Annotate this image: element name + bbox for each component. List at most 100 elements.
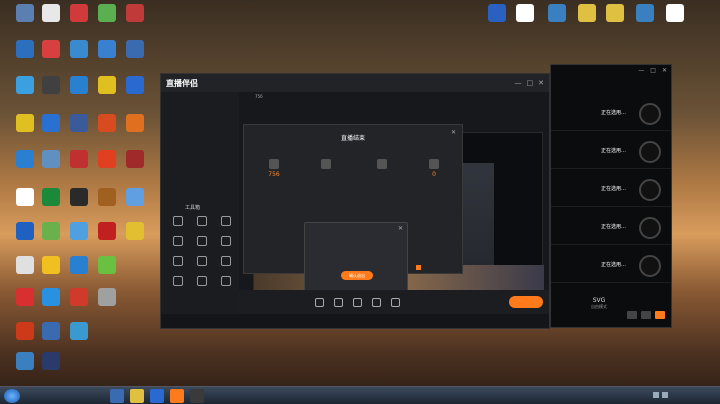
tool-item[interactable] — [167, 216, 189, 227]
desktop-icon[interactable] — [658, 4, 692, 42]
camera-close-icon[interactable]: ✕ — [662, 67, 667, 75]
dialog-close-icon[interactable]: ✕ — [398, 225, 403, 232]
start-button[interactable] — [4, 389, 20, 403]
settings-icon[interactable] — [641, 311, 651, 319]
desktop-icon-image — [98, 288, 116, 306]
desktop-icon-image — [42, 288, 60, 306]
control-bar — [239, 290, 549, 316]
camera-slot-title: 正在选用… — [601, 186, 627, 192]
status-bar — [161, 314, 549, 328]
camera-slot[interactable]: 正在选用… — [551, 253, 671, 283]
tool-item[interactable] — [215, 236, 237, 247]
end-panel-title: 直播结束 — [340, 135, 365, 142]
camera-slot[interactable]: 正在选用… — [551, 139, 671, 169]
mic-icon[interactable] — [655, 311, 665, 319]
desktop-icon[interactable] — [118, 188, 152, 226]
stat-icon — [269, 159, 279, 169]
tool-item[interactable] — [167, 256, 189, 267]
desktop-icon-image — [70, 288, 88, 306]
tool-item[interactable] — [191, 216, 213, 227]
taskbar-app-icon[interactable] — [150, 389, 164, 403]
desktop-icon-image — [98, 40, 116, 58]
tool-item[interactable] — [215, 216, 237, 227]
taskbar-app-icon[interactable] — [110, 389, 124, 403]
title-bar: 直播伴侣 — □ ✕ — [161, 74, 549, 92]
camera-mode: SVG 自由模式 — [591, 297, 607, 310]
desktop-icon-image — [16, 76, 34, 94]
camera-slot[interactable]: 正在选用… — [551, 177, 671, 207]
camera-mode-label: 自由模式 — [591, 304, 607, 309]
control-button[interactable] — [372, 298, 381, 308]
desktop-icon-image — [70, 4, 88, 22]
minimize-icon[interactable]: — — [515, 79, 522, 87]
desktop-icon[interactable] — [118, 114, 152, 152]
desktop-icon[interactable] — [62, 322, 96, 360]
desktop-icon[interactable] — [90, 288, 124, 326]
desktop-icon-image — [548, 4, 566, 22]
taskbar-app-icon[interactable] — [170, 389, 184, 403]
desktop-icon[interactable] — [118, 4, 152, 42]
desktop-icon[interactable] — [118, 222, 152, 260]
taskbar-app-icon[interactable] — [130, 389, 144, 403]
desktop-icon-image — [126, 222, 144, 240]
tool-icon — [221, 236, 231, 246]
desktop-icon-image — [578, 4, 596, 22]
sidebar: 工具箱 — [161, 92, 239, 314]
network-icon[interactable] — [662, 392, 668, 398]
tool-icon — [173, 216, 183, 226]
stat-value: 0 — [432, 171, 436, 178]
app-logo: 直播伴侣 — [166, 78, 198, 88]
camera-slot[interactable]: 正在选用… — [551, 101, 671, 131]
close-icon[interactable]: ✕ — [538, 79, 544, 87]
volume-icon[interactable] — [653, 392, 659, 398]
tool-item[interactable] — [215, 276, 237, 287]
end-stat: 0 — [416, 159, 452, 178]
desktop-icon-image — [70, 150, 88, 168]
desktop-icon-image — [70, 322, 88, 340]
end-panel-close-icon[interactable]: ✕ — [451, 129, 456, 136]
desktop-icon[interactable] — [118, 40, 152, 78]
desktop-icon-image — [70, 76, 88, 94]
camera-slot-ring — [639, 141, 661, 163]
tool-item[interactable] — [191, 276, 213, 287]
control-button[interactable] — [334, 298, 343, 308]
desktop-icon[interactable] — [628, 4, 662, 42]
streaming-app-window: 直播伴侣 — □ ✕ 756 工具箱 直播结束 ✕ 756 0 ✕ 确认退出 — [160, 73, 550, 329]
end-panel-checkbox[interactable] — [416, 265, 423, 270]
tool-item[interactable] — [167, 276, 189, 287]
desktop-icon[interactable] — [540, 4, 574, 42]
start-live-button[interactable] — [509, 296, 543, 308]
desktop-icon[interactable] — [598, 4, 632, 42]
control-icon — [315, 298, 324, 307]
desktop-icon-image — [16, 288, 34, 306]
desktop-icon[interactable] — [508, 4, 542, 42]
camera-slot[interactable]: 正在选用… — [551, 215, 671, 245]
desktop-icon[interactable] — [118, 150, 152, 188]
taskbar-app-icon[interactable] — [190, 389, 204, 403]
desktop-icon-image — [126, 76, 144, 94]
desktop-icon-image — [606, 4, 624, 22]
live-end-panel: 直播结束 ✕ 756 0 ✕ 确认退出 — [243, 124, 463, 296]
desktop-icon-image — [488, 4, 506, 22]
camera-mode-value: SVG — [592, 297, 606, 304]
control-button[interactable] — [315, 298, 324, 308]
desktop-icon-image — [42, 76, 60, 94]
desktop-icon-image — [126, 188, 144, 206]
tool-item[interactable] — [167, 236, 189, 247]
control-button[interactable] — [391, 298, 400, 308]
desktop-icon[interactable] — [118, 76, 152, 114]
desktop-icon-image — [42, 40, 60, 58]
chat-icon[interactable] — [627, 311, 637, 319]
tool-item[interactable] — [191, 236, 213, 247]
control-button[interactable] — [353, 298, 362, 308]
confirm-dialog: ✕ 确认退出 — [304, 222, 408, 296]
stat-icon — [377, 159, 387, 169]
taskbar — [0, 386, 720, 404]
maximize-icon[interactable]: □ — [527, 79, 534, 87]
camera-minimize-icon[interactable]: — — [638, 67, 644, 75]
tool-item[interactable] — [215, 256, 237, 267]
camera-maximize-icon[interactable]: □ — [650, 67, 656, 75]
desktop-icon-image — [636, 4, 654, 22]
dialog-confirm-button[interactable]: 确认退出 — [341, 271, 373, 280]
tool-item[interactable] — [191, 256, 213, 267]
